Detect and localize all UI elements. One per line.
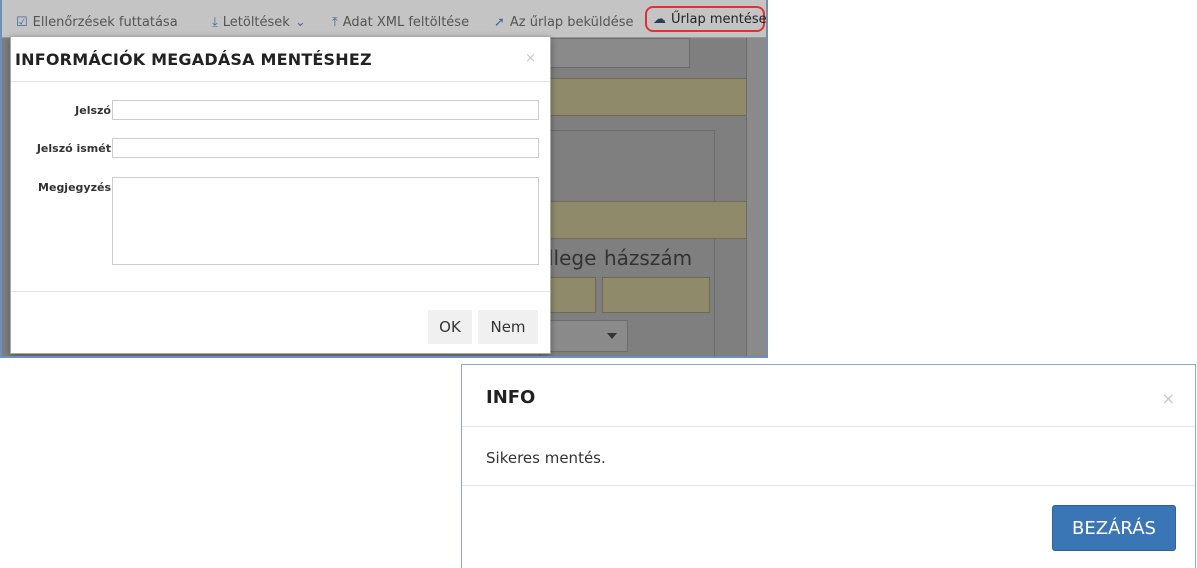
note-textarea[interactable] (112, 177, 539, 265)
password-again-field[interactable] (112, 138, 539, 158)
note-label: Megjegyzés (38, 181, 111, 194)
run-checks-button[interactable]: ☑ Ellenőrzések futtatása (16, 11, 178, 33)
chevron-down-icon: ⌄ (294, 14, 306, 30)
close-button[interactable]: BEZÁRÁS (1052, 505, 1176, 551)
send-icon: ➚ (494, 14, 505, 30)
save-form-button[interactable]: ☁ Űrlap mentése (645, 6, 766, 32)
house-number-label: házszám (604, 246, 693, 270)
dialog-title: INFORMÁCIÓK MEGADÁSA MENTÉSHEZ (15, 50, 372, 69)
dialog-footer: OK Nem (11, 291, 550, 354)
submit-form-button[interactable]: ➚ Az űrlap beküldése (494, 11, 634, 33)
dialog-body: Jelszó Jelszó ismét Megjegyzés (11, 83, 550, 291)
check-square-icon: ☑ (16, 14, 28, 30)
info-dialog-body: Sikeres mentés. (462, 427, 1195, 486)
background-select (546, 320, 628, 352)
password-again-label: Jelszó ismét (36, 142, 111, 155)
dropdown-caret-icon (607, 333, 617, 339)
background-field (545, 78, 766, 116)
house-number-field (602, 277, 710, 313)
download-icon: ⤓ (212, 14, 218, 30)
xml-upload-button[interactable]: ⤒ Adat XML feltöltése (332, 11, 469, 33)
downloads-button[interactable]: ⤓ Letöltések ⌄ (212, 11, 306, 33)
toolbar: ☑ Ellenőrzések futtatása ⤓ Letöltések ⌄ … (2, 0, 766, 38)
background-field (546, 201, 766, 239)
dialog-header: INFORMÁCIÓK MEGADÁSA MENTÉSHEZ × (11, 37, 550, 82)
form-app-screenshot: ☑ Ellenőrzések futtatása ⤓ Letöltések ⌄ … (0, 0, 768, 358)
cloud-upload-icon: ☁ (653, 11, 666, 27)
info-dialog-header: INFO × (462, 365, 1195, 427)
upload-icon: ⤒ (332, 14, 338, 30)
no-button[interactable]: Nem (478, 310, 538, 344)
background-field (546, 277, 596, 313)
password-label: Jelszó (75, 104, 111, 117)
info-dialog: INFO × Sikeres mentés. BEZÁRÁS (461, 364, 1196, 568)
street-type-label: llege (548, 246, 597, 270)
background-panel (550, 38, 690, 68)
close-icon[interactable]: × (525, 51, 536, 66)
success-message: Sikeres mentés. (486, 449, 606, 467)
password-field[interactable] (112, 100, 539, 120)
save-info-dialog: INFORMÁCIÓK MEGADÁSA MENTÉSHEZ × Jelszó … (10, 36, 551, 354)
close-icon[interactable]: × (1162, 389, 1175, 408)
info-dialog-title: INFO (486, 387, 536, 408)
background-scroll-area (746, 38, 766, 356)
ok-button[interactable]: OK (428, 310, 472, 344)
